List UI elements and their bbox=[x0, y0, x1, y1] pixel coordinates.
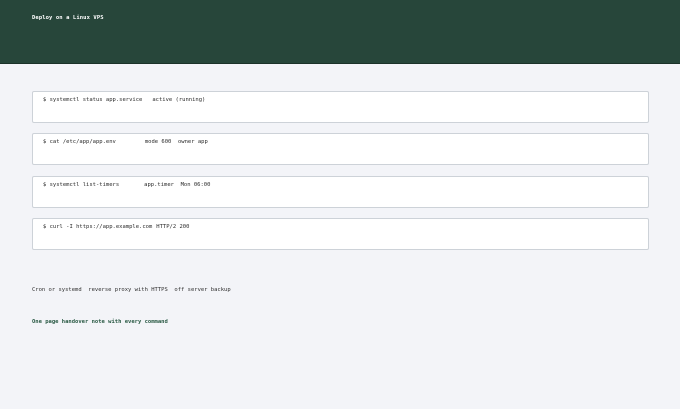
command-output: active (running) bbox=[152, 97, 206, 103]
command-line: $ systemctl list-timers app.timer Mon 06:… bbox=[43, 182, 210, 188]
command-line: $ systemctl status app.service active (ru… bbox=[43, 97, 205, 103]
command-text: $ systemctl list-timers bbox=[43, 182, 120, 188]
command-line: $ cat /etc/app/app.env mode 600 owner app bbox=[43, 139, 208, 145]
command-output: mode 600 owner app bbox=[144, 139, 208, 145]
handover-note: One page handover note with every comman… bbox=[32, 319, 168, 325]
command-card: $ cat /etc/app/app.env mode 600 owner app bbox=[32, 133, 649, 165]
command-card: $ systemctl status app.service active (ru… bbox=[32, 91, 649, 123]
page-header: Deploy on a Linux VPS bbox=[0, 0, 680, 64]
page-title: Deploy on a Linux VPS bbox=[32, 15, 104, 21]
command-card: $ systemctl list-timers app.timer Mon 06:… bbox=[32, 176, 649, 208]
command-text: $ cat /etc/app/app.env bbox=[43, 139, 116, 145]
command-text: $ systemctl status app.service bbox=[43, 97, 143, 103]
command-card: $ curl -I https://app.example.com HTTP/2 … bbox=[32, 218, 649, 250]
command-output: app.timer Mon 06:00 bbox=[144, 182, 211, 188]
command-text: $ curl -I https://app.example.com bbox=[43, 224, 153, 230]
command-output: HTTP/2 200 bbox=[156, 224, 190, 230]
feature-list: Cron or systemd reverse proxy with HTTPS… bbox=[32, 287, 231, 293]
command-line: $ curl -I https://app.example.com HTTP/2 … bbox=[43, 224, 189, 230]
